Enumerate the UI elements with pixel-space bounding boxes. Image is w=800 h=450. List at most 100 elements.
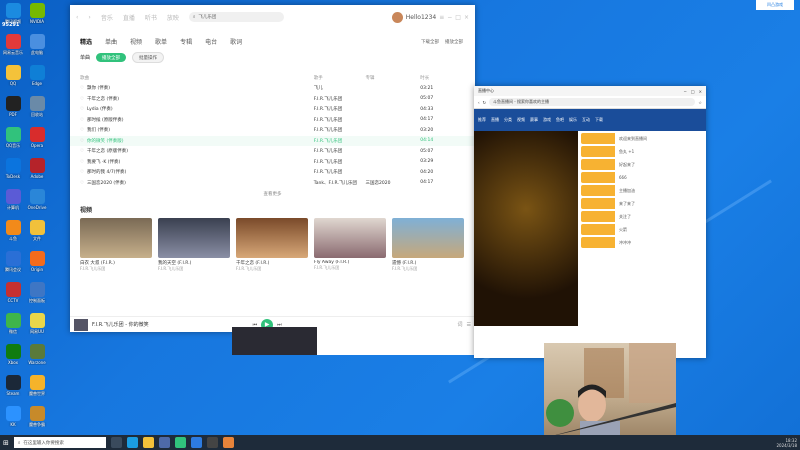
- desktop-icon[interactable]: CCTV: [3, 282, 23, 303]
- song-artist[interactable]: F.I.R.飞儿乐团: [314, 106, 366, 112]
- site-nav-item[interactable]: 分类: [504, 117, 512, 123]
- desktop-icon[interactable]: 计算机: [3, 189, 23, 210]
- result-tab[interactable]: 歌单: [155, 37, 167, 46]
- site-nav-item[interactable]: 推荐: [478, 117, 486, 123]
- nav-live[interactable]: 直播: [123, 13, 135, 22]
- back-icon[interactable]: ‹: [76, 14, 78, 21]
- now-playing-thumb[interactable]: [74, 318, 88, 331]
- video-card[interactable]: 白衣 大叔 (F.I.R.) F.I.R.飞儿乐团: [80, 218, 152, 272]
- song-artist[interactable]: F.I.R.飞儿乐团: [314, 96, 366, 102]
- desktop-icon[interactable]: 斗鱼: [3, 220, 23, 241]
- song-row[interactable]: ♡ 你的微笑 (伴奏版) F.I.R.飞儿乐团 04:14: [70, 135, 475, 146]
- app-icon[interactable]: [222, 437, 234, 448]
- desktop-icon[interactable]: 腾讯视频: [3, 3, 23, 24]
- forward-icon[interactable]: ›: [88, 14, 90, 21]
- desktop-icon[interactable]: Xbox: [3, 344, 23, 365]
- result-tab[interactable]: 单曲: [105, 37, 117, 46]
- desktop-icon[interactable]: 魔兽争霸: [27, 406, 47, 427]
- desktop-icon[interactable]: QQ: [3, 65, 23, 86]
- desktop-corner-app[interactable]: 凹凸游戏: [756, 0, 794, 10]
- video-card[interactable]: 千年之恋 (F.I.R.) F.I.R.飞儿乐团: [236, 218, 308, 272]
- heart-icon[interactable]: ♡: [80, 107, 84, 112]
- desktop-icon[interactable]: 腾讯会议: [3, 251, 23, 272]
- song-row[interactable]: ♡ 千年之恋 (伴奏) F.I.R.飞儿乐团 05:07: [70, 94, 475, 105]
- desktop-icon[interactable]: Steam: [3, 375, 23, 396]
- maximize-icon[interactable]: □: [691, 89, 695, 94]
- nav-music[interactable]: 音乐: [101, 13, 113, 22]
- menu-icon[interactable]: ≡: [439, 14, 444, 21]
- result-tab[interactable]: 歌词: [230, 37, 242, 46]
- video-thumbnail[interactable]: [392, 218, 464, 258]
- video-thumbnail[interactable]: [314, 218, 386, 258]
- edge-icon[interactable]: [126, 437, 138, 448]
- batch-button[interactable]: 批量操作: [132, 52, 165, 63]
- desktop-icon[interactable]: NVIDIA: [27, 3, 47, 24]
- song-artist[interactable]: F.I.R.飞儿乐团: [314, 127, 366, 133]
- desktop-icon[interactable]: Adobe: [27, 158, 47, 179]
- system-clock[interactable]: 18:32 2024/3/18: [776, 438, 797, 448]
- desktop-icon[interactable]: 网易UU: [27, 313, 47, 334]
- song-artist[interactable]: Tank、F.I.R.飞儿乐团: [314, 180, 366, 186]
- close-icon[interactable]: ×: [464, 14, 469, 21]
- song-row[interactable]: ♡ 我们 (伴奏) F.I.R.飞儿乐团 03:20: [70, 125, 475, 136]
- browser-tab-title[interactable]: 直播中心: [478, 88, 494, 94]
- song-album[interactable]: 三国恋2020: [366, 180, 421, 186]
- refresh-icon[interactable]: ↻: [483, 100, 486, 105]
- desktop-icon[interactable]: 微信: [3, 313, 23, 334]
- song-row[interactable]: ♡ 千年之恋 (原版伴奏) F.I.R.飞儿乐团 05:07: [70, 146, 475, 157]
- song-artist[interactable]: F.I.R.飞儿乐团: [314, 138, 366, 144]
- video-card[interactable]: Fly Away (F.I.R.) F.I.R.飞儿乐团: [314, 218, 386, 272]
- desktop-icon[interactable]: ToDesk: [3, 158, 23, 179]
- heart-icon[interactable]: ♡: [80, 118, 84, 123]
- video-thumbnail[interactable]: [158, 218, 230, 258]
- desktop-icon[interactable]: KK: [3, 406, 23, 427]
- qq-music-icon[interactable]: [174, 437, 186, 448]
- start-icon[interactable]: ⊞: [3, 439, 9, 447]
- address-bar[interactable]: 斗鱼直播间 - 搜索你喜欢的主播: [488, 98, 696, 106]
- user-area[interactable]: Hello1234 ≡ − □ ×: [391, 11, 469, 23]
- site-nav-item[interactable]: 下载: [595, 117, 603, 123]
- song-row[interactable]: ♡ 那时的我 4/7(伴奏) F.I.R.飞儿乐团 04:20: [70, 167, 475, 178]
- explorer-icon[interactable]: [142, 437, 154, 448]
- play-all-button[interactable]: 播放全部: [96, 53, 127, 62]
- star-icon[interactable]: ☆: [698, 100, 702, 105]
- song-row[interactable]: ♡ Lydia (伴奏) F.I.R.飞儿乐团 04:33: [70, 104, 475, 115]
- song-artist[interactable]: F.I.R.飞儿乐团: [314, 117, 366, 123]
- desktop-icon[interactable]: Warzone: [27, 344, 47, 365]
- download-all-link[interactable]: 下载全部: [421, 39, 439, 45]
- song-row[interactable]: ♡ 三国恋2020 (伴奏) Tank、F.I.R.飞儿乐团 三国恋2020 04:17: [70, 178, 475, 189]
- song-artist[interactable]: F.I.R.飞儿乐团: [314, 148, 366, 154]
- video-thumbnail[interactable]: [236, 218, 308, 258]
- desktop-icon[interactable]: 此电脑: [27, 34, 47, 55]
- back-icon[interactable]: ‹: [478, 100, 480, 105]
- obs-icon[interactable]: [206, 437, 218, 448]
- avatar[interactable]: [391, 11, 403, 23]
- taskbar-search[interactable]: ⌕ 在这里输入你要搜索: [13, 437, 106, 448]
- browser-taskbar-icon[interactable]: [190, 437, 202, 448]
- stream-video[interactable]: [474, 131, 578, 326]
- desktop-icon[interactable]: 文件: [27, 220, 47, 241]
- video-card[interactable]: 我的天空 (F.I.R.) F.I.R.飞儿乐团: [158, 218, 230, 272]
- video-card[interactable]: 遗憾 (F.I.R.) F.I.R.飞儿乐团: [392, 218, 464, 272]
- site-nav-item[interactable]: 鱼吧: [556, 117, 564, 123]
- song-row[interactable]: ♡ 飘你 (伴奏) 飞儿 03:21: [70, 83, 475, 94]
- result-tab[interactable]: 专辑: [180, 37, 192, 46]
- heart-icon[interactable]: ♡: [80, 149, 84, 154]
- heart-icon[interactable]: ♡: [80, 86, 84, 91]
- maximize-icon[interactable]: □: [455, 14, 461, 21]
- heart-icon[interactable]: ♡: [80, 97, 84, 102]
- desktop-icon[interactable]: Edge: [27, 65, 47, 86]
- desktop-icon[interactable]: 控制面板: [27, 282, 47, 303]
- desktop-icon[interactable]: Opera: [27, 127, 47, 148]
- song-artist[interactable]: F.I.R.飞儿乐团: [314, 159, 366, 165]
- video-thumbnail[interactable]: [80, 218, 152, 258]
- desktop-icon[interactable]: 魔兽世界: [27, 375, 47, 396]
- heart-icon[interactable]: ♡: [80, 160, 84, 165]
- site-nav-item[interactable]: 直播: [491, 117, 499, 123]
- site-nav-item[interactable]: 游戏: [543, 117, 551, 123]
- desktop-icon[interactable]: OneDrive: [27, 189, 47, 210]
- close-icon[interactable]: ×: [699, 89, 702, 94]
- desktop-icon[interactable]: PDF: [3, 96, 23, 117]
- song-row[interactable]: ♡ 我要飞 ·K (伴奏) F.I.R.飞儿乐团 03:29: [70, 157, 475, 168]
- site-nav-item[interactable]: 互动: [582, 117, 590, 123]
